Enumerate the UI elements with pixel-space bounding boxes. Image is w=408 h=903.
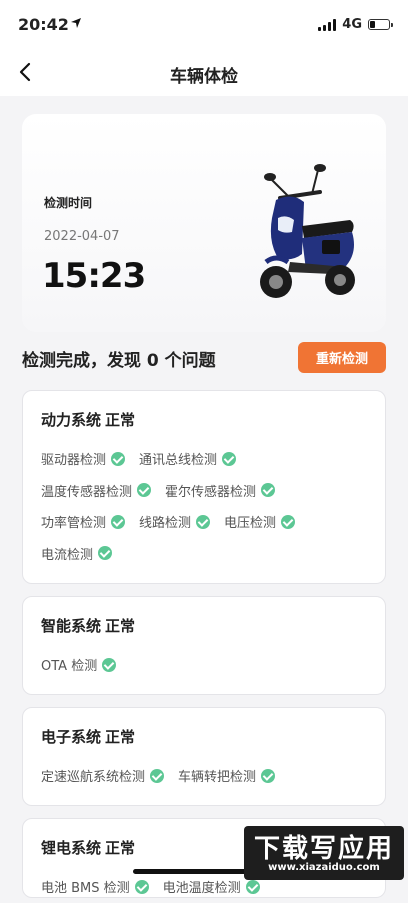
section-name: 智能系统 [41, 617, 102, 635]
watermark-url: www.xiazaiduo.com [268, 862, 380, 873]
check-item: 霍尔传感器检测 [165, 481, 276, 500]
site-watermark: 下载写应用 www.xiazaiduo.com [244, 826, 404, 880]
check-item: 线路检测 [139, 512, 211, 532]
network-type: 4G [342, 17, 362, 32]
section-card-electronic: 电子系统 正常 定速巡航系统检测 车辆转把检测 [22, 707, 386, 806]
check-circle-icon [111, 514, 126, 529]
check-circle-icon [261, 768, 276, 783]
check-item: 驱动器检测 [41, 449, 126, 469]
check-circle-icon [196, 514, 211, 529]
check-circle-icon [261, 483, 276, 498]
check-circle-icon [137, 483, 152, 498]
section-title: 动力系统 正常 [41, 409, 135, 430]
status-indicators: 4G [318, 17, 393, 32]
section-name: 动力系统 [41, 411, 102, 429]
check-item-label: 功率管检测 [41, 516, 107, 532]
check-item: 电池 BMS 检测 [41, 877, 149, 896]
check-circle-icon [98, 546, 113, 561]
check-item-label: OTA 检测 [41, 659, 98, 675]
check-item-label: 温度传感器检测 [41, 484, 133, 500]
check-item: OTA 检测 [41, 655, 117, 675]
inspection-time: 15:23 [42, 256, 146, 296]
check-item: 定速巡航系统检测 [41, 766, 165, 786]
check-item: 温度传感器检测 [41, 481, 152, 500]
scooter-image [260, 164, 355, 298]
section-title: 智能系统 正常 [41, 615, 135, 636]
section-card-smart: 智能系统 正常 OTA 检测 [22, 596, 386, 695]
section-status: 正常 [105, 728, 136, 746]
signal-icon [318, 18, 337, 31]
check-circle-icon [134, 879, 149, 894]
section-name: 电子系统 [41, 728, 102, 746]
section-title: 锂电系统 正常 [41, 837, 135, 858]
check-circle-icon [150, 768, 165, 783]
location-arrow-icon [71, 18, 81, 28]
inspection-hero-card: 检测时间 2022-04-07 15:23 [22, 114, 386, 332]
status-bar: 20:42 4G [0, 0, 408, 50]
watermark-text: 下载写应用 [253, 834, 394, 864]
recheck-button[interactable]: 重新检测 [298, 342, 386, 373]
summary-row: 检测完成，发现 0 个问题 重新检测 [22, 342, 386, 374]
check-circle-icon [102, 657, 117, 672]
check-item: 电压检测 [224, 512, 296, 532]
status-time: 20:42 [18, 15, 69, 34]
section-card-power: 动力系统 正常 驱动器检测 通讯总线检测 温度传感器检测 霍尔传感器检测 功率管检… [22, 390, 386, 584]
inspection-date: 2022-04-07 [44, 229, 120, 244]
check-item-label: 驱动器检测 [41, 453, 107, 469]
page-title: 车辆体检 [170, 67, 238, 87]
check-item-label: 电池 BMS 检测 [41, 881, 130, 897]
battery-icon [368, 19, 393, 30]
check-item-label: 定速巡航系统检测 [41, 770, 146, 786]
check-item-label: 电池温度检测 [162, 881, 241, 897]
section-status: 正常 [105, 617, 136, 635]
check-circle-icon [245, 879, 260, 894]
summary-text: 检测完成，发现 0 个问题 [22, 351, 216, 371]
check-item: 电流检测 [41, 544, 113, 563]
check-item: 电池温度检测 [163, 877, 260, 896]
check-item-label: 车辆转把检测 [178, 770, 257, 786]
nav-bar: 车辆体检 [0, 50, 408, 96]
check-item-label: 霍尔传感器检测 [165, 484, 257, 500]
section-status: 正常 [105, 839, 136, 857]
section-name: 锂电系统 [41, 839, 102, 857]
check-item: 车辆转把检测 [178, 766, 276, 786]
check-circle-icon [111, 451, 126, 466]
check-circle-icon [222, 451, 237, 466]
check-item-label: 通讯总线检测 [139, 453, 218, 469]
check-item-label: 电压检测 [224, 516, 277, 532]
check-item: 通讯总线检测 [139, 449, 237, 469]
check-circle-icon [281, 514, 296, 529]
section-title: 电子系统 正常 [41, 726, 135, 747]
section-status: 正常 [105, 411, 136, 429]
check-item: 功率管检测 [41, 512, 126, 532]
check-item-label: 线路检测 [139, 516, 192, 532]
check-item-label: 电流检测 [41, 547, 94, 563]
inspection-time-label: 检测时间 [44, 196, 93, 210]
